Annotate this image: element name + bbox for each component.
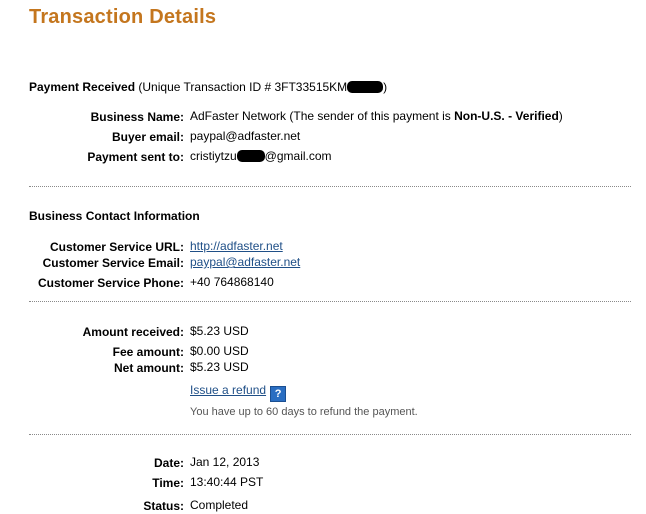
date-label: Date: (153, 456, 184, 470)
business-name-text: AdFaster Network (The sender of this pay… (190, 109, 455, 123)
amount-received-value: $5.23 USD (190, 324, 249, 338)
transaction-id-suffix: ) (383, 80, 388, 94)
customer-service-phone-label: Customer Service Phone: (37, 276, 184, 290)
customer-service-phone-value: +40 764868140 (190, 275, 274, 289)
sent-to-prefix: cristiytzu (190, 149, 237, 163)
customer-service-url-label: Customer Service URL: (49, 240, 184, 254)
section-divider (29, 434, 631, 435)
payment-received-heading: Payment Received (29, 80, 136, 94)
customer-service-email-label: Customer Service Email: (42, 256, 184, 270)
business-name-label: Business Name: (90, 110, 184, 124)
net-amount-label: Net amount: (114, 361, 184, 375)
transaction-id-prefix: (Unique Transaction ID # 3FT33515KM (135, 80, 348, 94)
date-value: Jan 12, 2013 (190, 455, 260, 469)
customer-service-email-link[interactable]: paypal@adfaster.net (190, 255, 300, 269)
buyer-email-label: Buyer email: (111, 130, 184, 144)
business-name-value: AdFaster Network (The sender of this pay… (190, 109, 563, 123)
time-label: Time: (152, 476, 184, 490)
fee-amount-value: $0.00 USD (190, 344, 249, 358)
help-icon[interactable]: ? (270, 386, 287, 402)
refund-row: Issue a refund? (190, 383, 287, 402)
net-amount-value: $5.23 USD (190, 360, 249, 374)
page-title: Transaction Details (29, 6, 217, 28)
section-divider (29, 186, 631, 187)
payment-sent-to-label: Payment sent to: (87, 150, 184, 164)
business-contact-heading: Business Contact Information (29, 209, 200, 223)
redacted-transaction-id (347, 81, 384, 93)
customer-service-url-link[interactable]: http://adfaster.net (190, 239, 283, 253)
sender-status: Non-U.S. - Verified (454, 109, 559, 123)
payment-sent-to-value: cristiytzu @gmail.com (190, 149, 332, 163)
status-value: Completed (190, 498, 249, 512)
redacted-email-part (236, 150, 265, 162)
sent-to-suffix: @gmail.com (264, 149, 332, 163)
amount-received-label: Amount received: (82, 325, 184, 339)
issue-refund-link[interactable]: Issue a refund (190, 383, 266, 397)
status-label: Status: (143, 499, 184, 513)
refund-note: You have up to 60 days to refund the pay… (190, 406, 418, 418)
buyer-email-value: paypal@adfaster.net (190, 129, 301, 143)
fee-amount-label: Fee amount: (112, 345, 184, 359)
business-name-close: ) (558, 109, 563, 123)
time-value: 13:40:44 PST (190, 475, 264, 489)
payment-received-line: Payment Received (Unique Transaction ID … (29, 80, 387, 94)
section-divider (29, 301, 631, 302)
